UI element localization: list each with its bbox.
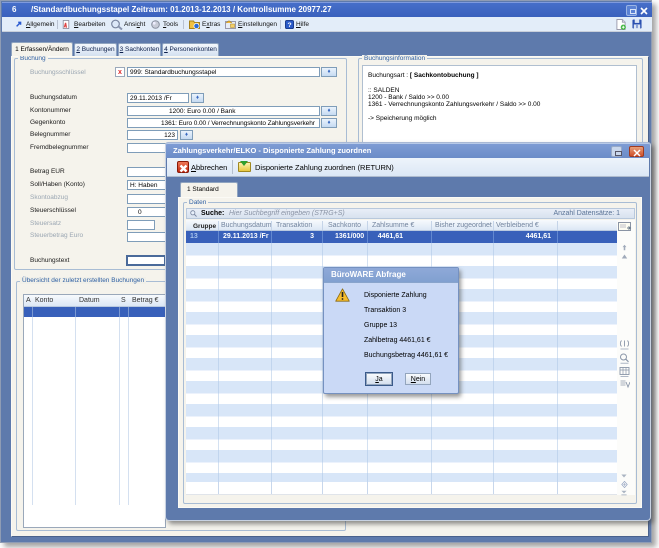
svg-text:?: ? <box>287 22 291 29</box>
